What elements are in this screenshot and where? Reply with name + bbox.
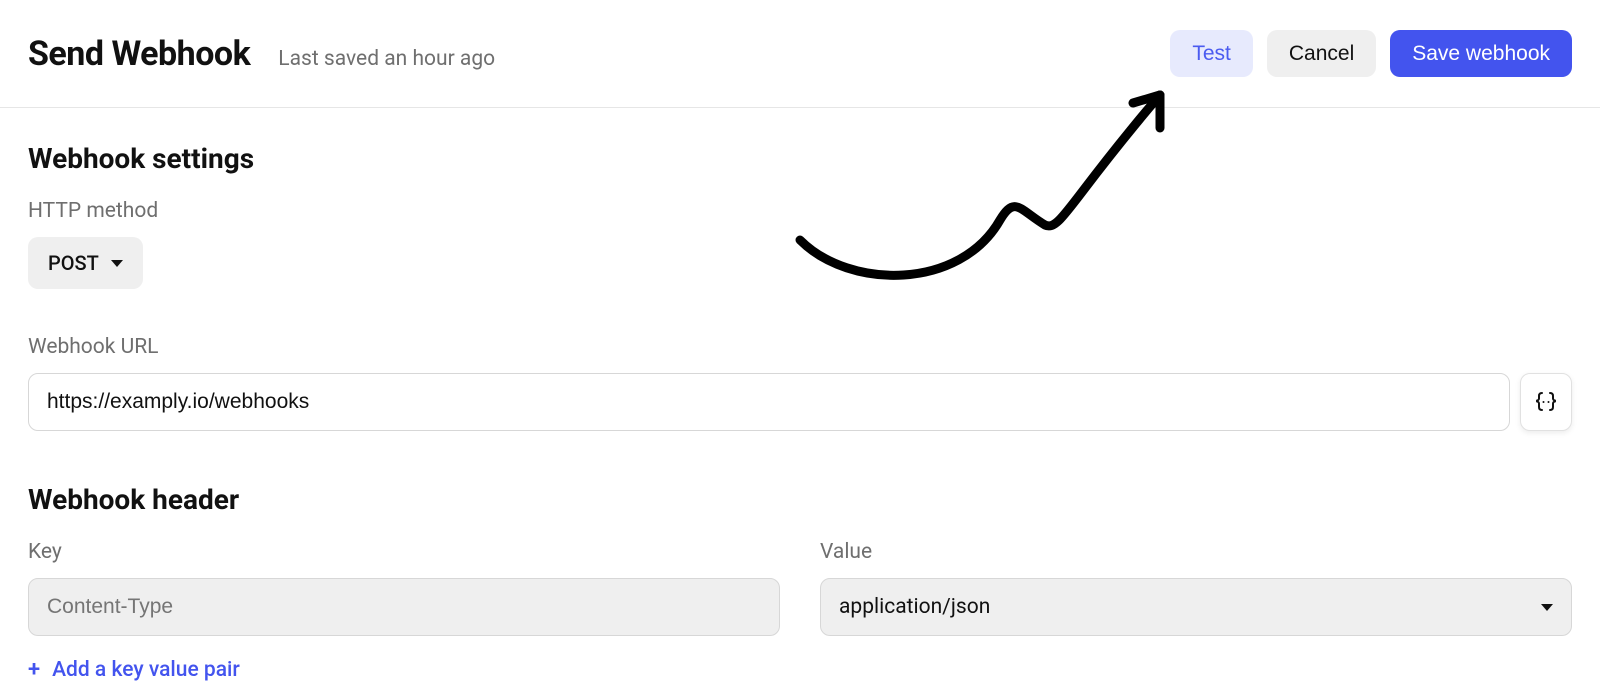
webhook-header-section: Webhook header Key Value application/jso… [28,483,1572,682]
header-value-selected: application/json [839,595,990,619]
test-button[interactable]: Test [1170,30,1253,77]
cancel-button[interactable]: Cancel [1267,30,1376,77]
header-actions: Test Cancel Save webhook [1170,30,1572,77]
save-webhook-button[interactable]: Save webhook [1390,30,1572,77]
webhook-url-row [28,373,1572,431]
webhook-url-group: Webhook URL [28,335,1572,431]
http-method-label: HTTP method [28,199,1572,223]
key-label: Key [28,540,780,564]
chevron-down-icon [111,260,123,267]
last-saved-text: Last saved an hour ago [278,47,495,71]
kv-row: Key Value application/json [28,540,1572,636]
add-key-value-label: Add a key value pair [52,658,240,682]
webhook-url-label: Webhook URL [28,335,1572,359]
chevron-down-icon [1541,604,1553,611]
webhook-settings-title: Webhook settings [28,142,1572,175]
kv-value-col: Value application/json [820,540,1572,636]
http-method-value: POST [48,251,99,275]
plus-icon: + [28,659,40,681]
braces-icon [1534,390,1558,414]
insert-variable-button[interactable] [1520,373,1572,431]
kv-key-col: Key [28,540,780,636]
header-value-select[interactable]: application/json [820,578,1572,636]
webhook-url-input[interactable] [28,373,1510,431]
header-left: Send Webhook Last saved an hour ago [28,34,495,74]
webhook-header-title: Webhook header [28,483,1572,516]
add-key-value-link[interactable]: + Add a key value pair [28,658,240,682]
header-key-input [28,578,780,636]
page-title: Send Webhook [28,34,250,74]
content-area: Webhook settings HTTP method POST Webhoo… [0,108,1600,682]
value-label: Value [820,540,1572,564]
page-header: Send Webhook Last saved an hour ago Test… [0,0,1600,108]
http-method-select[interactable]: POST [28,237,143,289]
